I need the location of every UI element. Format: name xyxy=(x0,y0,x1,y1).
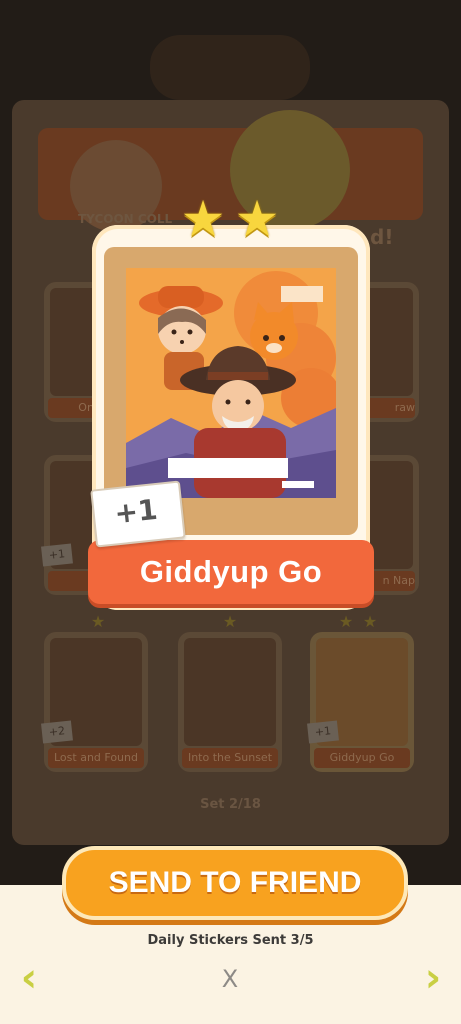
star-icon: ★ xyxy=(180,190,226,248)
album-card-lost-and-found[interactable]: +2 Lost and Found xyxy=(41,632,148,772)
star-icon: ★ xyxy=(222,612,238,631)
star-icon: ★ xyxy=(234,190,280,248)
star-icon: ★ xyxy=(338,612,354,631)
cowboy-scene-illustration xyxy=(126,268,336,498)
set-header-text: TYCOON COLL xyxy=(78,212,173,226)
card-count: +1 xyxy=(307,720,339,744)
star-icon: ★ xyxy=(90,612,106,631)
card-label: Giddyup Go xyxy=(314,748,410,768)
card-count: +1 xyxy=(41,543,73,567)
chevron-right-icon[interactable]: › xyxy=(418,958,448,998)
set-progress-label: Set 2/18 xyxy=(200,797,261,812)
star-icon: ★ xyxy=(362,612,378,631)
album-card-into-the-sunset[interactable]: Into the Sunset xyxy=(178,632,282,772)
chevron-left-icon[interactable]: ‹ xyxy=(14,958,44,998)
album-card-giddyup-go[interactable]: +1 Giddyup Go xyxy=(307,632,414,772)
close-icon[interactable]: X xyxy=(215,964,245,994)
daily-stickers-counter: Daily Stickers Sent 3/5 xyxy=(147,933,314,948)
card-label: Into the Sunset xyxy=(182,748,278,768)
sticker-count: +1 xyxy=(112,492,160,531)
card-art xyxy=(184,638,276,746)
sticker-artwork xyxy=(126,268,336,498)
card-count: +2 xyxy=(41,720,73,744)
set-header-suffix: d! xyxy=(370,225,394,249)
sticker-name: Giddyup Go xyxy=(139,554,323,589)
send-to-friend-label[interactable]: SEND TO FRIEND xyxy=(62,846,408,920)
card-label: Lost and Found xyxy=(48,748,144,768)
album-title-banner xyxy=(150,35,310,100)
